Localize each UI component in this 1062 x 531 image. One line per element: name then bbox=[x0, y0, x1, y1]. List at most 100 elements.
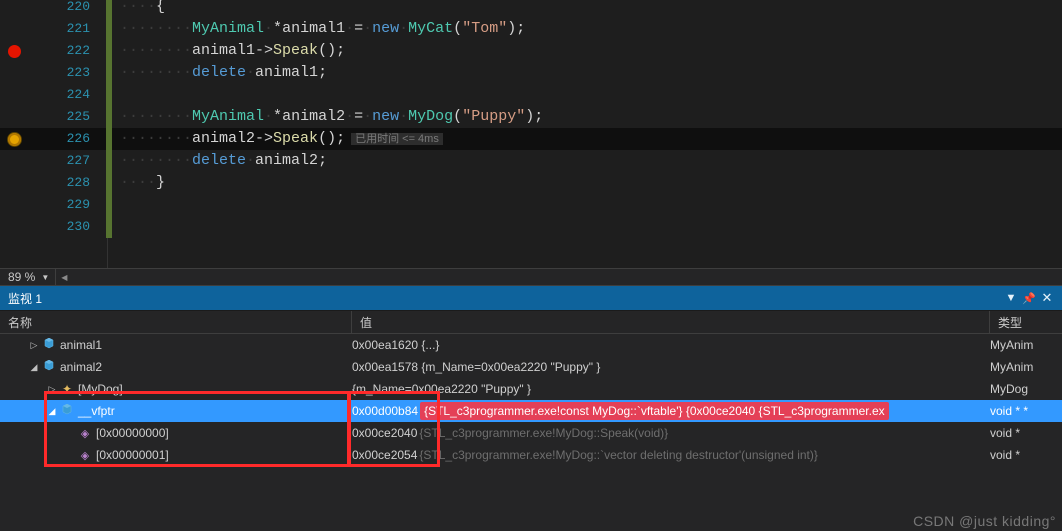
watch-row[interactable]: ▷ animal1 0x00ea1620 {...}MyAnim bbox=[0, 334, 1062, 356]
change-indicator bbox=[106, 194, 112, 216]
line-number: 227 bbox=[28, 150, 106, 172]
code-editor[interactable]: 220 ····{221········MyAnimal·*animal1·=·n… bbox=[0, 0, 1062, 268]
line-number: 220 bbox=[28, 0, 106, 18]
watch-name-cell[interactable]: ◢ __vfptr bbox=[0, 400, 352, 422]
code-text[interactable]: ········animal1->Speak(); bbox=[114, 40, 345, 62]
watch-name-cell[interactable]: ▷✦[MyDog] bbox=[0, 378, 352, 400]
watch-row[interactable]: ◢ __vfptr 0x00d00b84 {STL_c3programmer.exe… bbox=[0, 400, 1062, 422]
watch-value-cell[interactable]: {m_Name=0x00ea2220 "Puppy" } bbox=[352, 378, 990, 400]
code-lines: 220 ····{221········MyAnimal·*animal1·=·n… bbox=[0, 0, 1062, 238]
watch-var-name: __vfptr bbox=[78, 404, 115, 418]
zoom-dropdown[interactable]: 89 % ▼ bbox=[0, 269, 56, 285]
breakpoint-gutter[interactable] bbox=[0, 106, 28, 128]
horizontal-scrollbar[interactable] bbox=[72, 269, 1062, 285]
line-number: 226 bbox=[28, 128, 106, 150]
code-line[interactable]: 229 bbox=[0, 194, 1062, 216]
header-type[interactable]: 类型 bbox=[990, 311, 1062, 333]
line-number: 224 bbox=[28, 84, 106, 106]
code-text[interactable]: ········MyAnimal·*animal1·=·new·MyCat("T… bbox=[114, 18, 525, 40]
watch-type-cell: void * bbox=[990, 422, 1062, 444]
value-highlight: {STL_c3programmer.exe!const MyDog::`vfta… bbox=[420, 402, 889, 420]
watch-body: ▷animal10x00ea1620 {...}MyAnim◢animal20x… bbox=[0, 334, 1062, 531]
watch-value-cell[interactable]: 0x00ce2054 {STL_c3programmer.exe!MyDog::… bbox=[352, 444, 990, 466]
code-text[interactable]: ····} bbox=[114, 172, 165, 194]
code-line[interactable]: 220 ····{ bbox=[0, 0, 1062, 18]
code-line[interactable]: 223 ········delete·animal1; bbox=[0, 62, 1062, 84]
class-icon bbox=[60, 404, 74, 418]
watch-var-name: animal1 bbox=[60, 338, 102, 352]
code-line[interactable]: 230 bbox=[0, 216, 1062, 238]
change-indicator bbox=[106, 128, 112, 150]
scroll-left-button[interactable]: ◀ bbox=[56, 269, 72, 285]
expand-toggle-icon[interactable]: ◢ bbox=[46, 406, 58, 417]
watch-panel-titlebar[interactable]: 监视 1 ▼ 📌 ✕ bbox=[0, 286, 1062, 310]
watch-type-cell: void * bbox=[990, 444, 1062, 466]
breakpoint-gutter[interactable] bbox=[0, 0, 28, 18]
code-text[interactable]: ········animal2->Speak();已用时间 <= 4ms bbox=[114, 128, 443, 150]
class-icon bbox=[42, 338, 56, 352]
change-indicator bbox=[106, 62, 112, 84]
watch-panel-title: 监视 1 bbox=[8, 290, 1002, 307]
code-text[interactable]: ········MyAnimal·*animal2·=·new·MyDog("P… bbox=[114, 106, 543, 128]
code-line[interactable]: 222 ········animal1->Speak(); bbox=[0, 40, 1062, 62]
breakpoint-gutter[interactable] bbox=[0, 84, 28, 106]
change-indicator bbox=[106, 150, 112, 172]
header-value[interactable]: 值 bbox=[352, 311, 990, 333]
watch-row[interactable]: ◢animal20x00ea1578 {m_Name=0x00ea2220 "P… bbox=[0, 356, 1062, 378]
change-indicator bbox=[106, 106, 112, 128]
breakpoint-gutter[interactable] bbox=[0, 172, 28, 194]
close-icon[interactable]: ✕ bbox=[1038, 290, 1056, 306]
member-icon: ◈ bbox=[78, 427, 92, 440]
breakpoint-gutter[interactable] bbox=[0, 18, 28, 40]
code-line[interactable]: 221········MyAnimal·*animal1·=·new·MyCat… bbox=[0, 18, 1062, 40]
watch-value-cell[interactable]: 0x00ea1578 {m_Name=0x00ea2220 "Puppy" } bbox=[352, 356, 990, 378]
code-line[interactable]: 224 bbox=[0, 84, 1062, 106]
breakpoint-icon[interactable] bbox=[8, 45, 21, 58]
watch-type-cell: MyAnim bbox=[990, 334, 1062, 356]
dropdown-icon[interactable]: ▼ bbox=[1002, 292, 1020, 304]
breakpoint-gutter[interactable] bbox=[0, 216, 28, 238]
code-line[interactable]: 228····} bbox=[0, 172, 1062, 194]
breakpoint-gutter[interactable] bbox=[0, 194, 28, 216]
change-indicator bbox=[106, 172, 112, 194]
class-icon bbox=[42, 360, 56, 374]
breakpoint-gutter[interactable] bbox=[0, 150, 28, 172]
watch-row[interactable]: ▷✦[MyDog]{m_Name=0x00ea2220 "Puppy" }MyD… bbox=[0, 378, 1062, 400]
watch-type-cell: MyAnim bbox=[990, 356, 1062, 378]
watch-name-cell[interactable]: ◢animal2 bbox=[0, 356, 352, 378]
breakpoint-gutter[interactable] bbox=[0, 62, 28, 84]
change-indicator bbox=[106, 216, 112, 238]
breakpoint-gutter[interactable] bbox=[0, 128, 28, 150]
code-line[interactable]: 226 ········animal2->Speak();已用时间 <= 4ms bbox=[0, 128, 1062, 150]
change-indicator bbox=[106, 84, 112, 106]
watch-name-cell[interactable]: ▷ animal1 bbox=[0, 334, 352, 356]
watch-row[interactable]: ◈[0x00000001]0x00ce2054 {STL_c3programme… bbox=[0, 444, 1062, 466]
line-number: 225 bbox=[28, 106, 106, 128]
code-line[interactable]: 225 ········MyAnimal·*animal2·=·new·MyDog… bbox=[0, 106, 1062, 128]
line-number: 222 bbox=[28, 40, 106, 62]
expand-toggle-icon[interactable]: ◢ bbox=[28, 362, 40, 373]
header-name[interactable]: 名称 bbox=[0, 311, 352, 333]
watch-name-cell[interactable]: ◈[0x00000001] bbox=[0, 444, 352, 466]
breakpoint-gutter[interactable] bbox=[0, 40, 28, 62]
expand-toggle-icon[interactable]: ▷ bbox=[28, 340, 40, 351]
change-indicator bbox=[106, 18, 112, 40]
watch-var-name: [MyDog] bbox=[78, 382, 123, 396]
watch-column-header: 名称 值 类型 bbox=[0, 310, 1062, 334]
watch-name-cell[interactable]: ◈[0x00000000] bbox=[0, 422, 352, 444]
code-text[interactable]: ········delete·animal1; bbox=[114, 62, 327, 84]
watch-value-cell[interactable]: 0x00ea1620 {...} bbox=[352, 334, 990, 356]
watch-value-cell[interactable]: 0x00d00b84 {STL_c3programmer.exe!const M… bbox=[352, 400, 990, 422]
expand-toggle-icon[interactable]: ▷ bbox=[46, 384, 58, 395]
watch-value-cell[interactable]: 0x00ce2040 {STL_c3programmer.exe!MyDog::… bbox=[352, 422, 990, 444]
pin-icon[interactable]: 📌 bbox=[1020, 292, 1038, 305]
code-line[interactable]: 227 ········delete·animal2; bbox=[0, 150, 1062, 172]
current-breakpoint-icon[interactable] bbox=[8, 133, 21, 146]
member-icon: ◈ bbox=[78, 449, 92, 462]
chevron-down-icon: ▼ bbox=[41, 273, 49, 282]
code-text[interactable]: ········delete·animal2; bbox=[114, 150, 327, 172]
line-number: 229 bbox=[28, 194, 106, 216]
code-text[interactable]: ····{ bbox=[114, 0, 165, 18]
watch-row[interactable]: ◈[0x00000000]0x00ce2040 {STL_c3programme… bbox=[0, 422, 1062, 444]
line-number: 223 bbox=[28, 62, 106, 84]
